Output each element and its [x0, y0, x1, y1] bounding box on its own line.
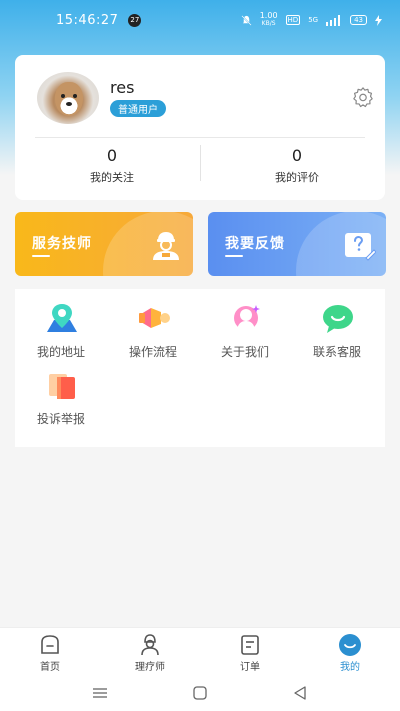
menu-label: 操作流程: [128, 345, 177, 359]
megaphone-icon: [139, 308, 170, 328]
person-sparkle-icon: [234, 305, 260, 330]
reviews-count: 0: [291, 146, 303, 165]
title-underline: [225, 255, 243, 257]
menu-panel: 我的地址 操作流程 关于我们 联系客服 投诉举报: [15, 289, 385, 447]
feedback-card[interactable]: 我要反馈: [208, 212, 386, 276]
back-triangle-icon[interactable]: [292, 685, 308, 701]
avatar[interactable]: [37, 72, 99, 124]
avatar-dog-nose: [66, 102, 72, 106]
following-count: 0: [106, 146, 118, 165]
signal-label: 5G: [308, 16, 319, 24]
role-badge: 普通用户: [110, 100, 166, 117]
profile-card: res 普通用户 0 我的关注 0 我的评价: [15, 55, 385, 200]
charging-icon: [375, 14, 382, 26]
chat-bubble-icon: [323, 305, 353, 333]
menu-label: 我的地址: [36, 345, 85, 359]
battery-indicator: 43: [350, 15, 367, 25]
mute-bell-icon: [241, 14, 252, 26]
net-speed-value: 1.00: [259, 11, 278, 20]
nav-label: 首页: [40, 662, 60, 673]
technician-icon: [153, 232, 179, 260]
signal-icon: [326, 14, 341, 26]
nav-mine[interactable]: 我的: [300, 628, 400, 675]
menu-item-contact[interactable]: 联系客服: [291, 292, 383, 359]
nav-therapist[interactable]: 理疗师: [100, 628, 200, 675]
question-edit-icon: [345, 233, 376, 261]
stat-divider: [200, 145, 201, 181]
avatar-dog-eye: [73, 94, 77, 98]
status-bar: 15:46:27 27 1.00 KB/S HD 5G 43: [0, 0, 400, 40]
avatar-dog-face: [55, 82, 83, 116]
bottom-nav: 首页 理疗师 订单 我的: [0, 627, 400, 675]
hd-indicator: HD: [285, 15, 301, 25]
notification-badge: 27: [128, 13, 142, 27]
nav-orders[interactable]: 订单: [200, 628, 300, 675]
menu-label: 投诉举报: [36, 412, 85, 426]
status-indicators: 1.00 KB/S HD 5G 43: [241, 12, 382, 28]
menu-item-about[interactable]: 关于我们: [199, 292, 291, 359]
menu-icon[interactable]: [92, 685, 108, 701]
menu-item-process[interactable]: 操作流程: [107, 292, 199, 359]
nav-label: 理疗师: [135, 662, 165, 673]
reviews-stat[interactable]: 0 我的评价: [237, 147, 357, 185]
menu-item-complaint[interactable]: 投诉举报: [15, 359, 107, 426]
title-underline: [32, 255, 50, 257]
feedback-title: 我要反馈: [225, 236, 285, 252]
therapist-icon: [141, 634, 159, 656]
net-speed-unit: KB/S: [261, 20, 276, 27]
menu-label: 联系客服: [312, 345, 361, 359]
service-technician-title: 服务技师: [32, 236, 92, 252]
nav-home[interactable]: 首页: [0, 628, 100, 675]
location-pin-icon: [47, 304, 77, 332]
service-technician-card[interactable]: 服务技师: [15, 212, 193, 276]
status-time: 15:46:27: [56, 12, 119, 28]
nav-label: 订单: [240, 662, 260, 673]
order-list-icon: [241, 635, 259, 655]
nav-label: 我的: [340, 662, 360, 673]
username: res: [110, 78, 135, 97]
net-speed: 1.00 KB/S: [260, 12, 278, 28]
profile-smile-icon: [339, 634, 361, 656]
divider: [35, 137, 365, 138]
home-icon: [41, 635, 59, 654]
gear-icon[interactable]: [352, 86, 374, 108]
menu-item-address[interactable]: 我的地址: [15, 292, 107, 359]
menu-label: 关于我们: [220, 345, 269, 359]
following-stat[interactable]: 0 我的关注: [52, 147, 172, 185]
system-nav-bar: [0, 675, 400, 711]
report-card-icon: [49, 374, 75, 399]
home-square-icon[interactable]: [192, 685, 208, 701]
reviews-label: 我的评价: [275, 171, 319, 184]
avatar-dog-eye: [61, 94, 65, 98]
following-label: 我的关注: [90, 171, 134, 184]
